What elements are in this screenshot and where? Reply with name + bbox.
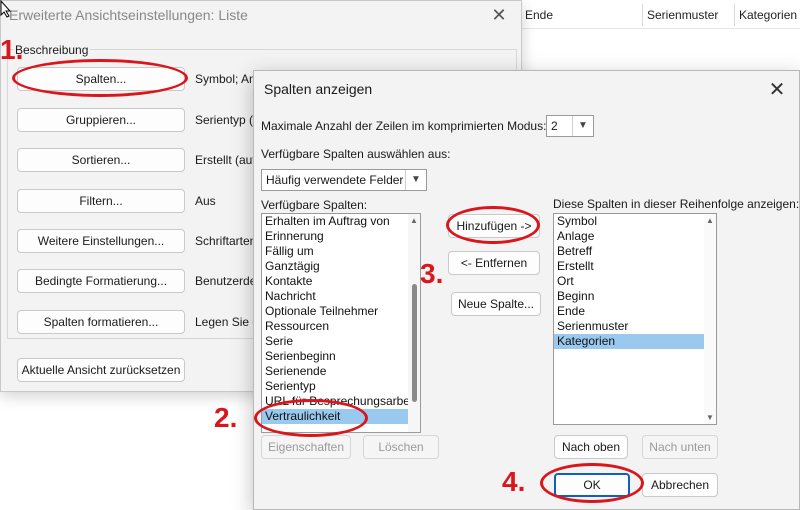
select-from-value: Häufig verwendete Felder — [266, 173, 404, 187]
available-scrollbar[interactable]: ▲ — [408, 214, 420, 432]
remove-button[interactable]: <- Entfernen — [448, 251, 540, 275]
chevron-down-icon[interactable]: ▼ — [405, 170, 426, 190]
chevron-down-icon[interactable]: ▼ — [572, 116, 593, 136]
close-icon[interactable]: ✕ — [767, 77, 787, 102]
shown-list-item[interactable]: Erstellt — [554, 259, 716, 274]
shown-list-item[interactable]: Anlage — [554, 229, 716, 244]
select-from-combo[interactable]: Häufig verwendete Felder ▼ — [261, 169, 427, 191]
step-1-highlight — [12, 59, 188, 97]
group-by-button[interactable]: Gruppieren... — [17, 108, 185, 132]
move-down-button[interactable]: Nach unten — [642, 435, 718, 459]
shown-list-item[interactable]: Serienmuster — [554, 319, 716, 334]
other-settings-button[interactable]: Weitere Einstellungen... — [17, 229, 185, 253]
shown-list-item[interactable]: Kategorien — [554, 334, 716, 349]
shown-scrollbar[interactable]: ▲ ▼ — [704, 214, 716, 424]
shown-list-item[interactable]: Ort — [554, 274, 716, 289]
delete-button[interactable]: Löschen — [363, 435, 439, 459]
header-divider — [520, 28, 800, 29]
max-rows-label: Maximale Anzahl der Zeilen im komprimier… — [261, 119, 547, 133]
format-columns-button[interactable]: Spalten formatieren... — [17, 310, 185, 334]
step-1-number: 1. — [0, 34, 24, 65]
step-2-number: 2. — [214, 402, 238, 433]
shown-columns-label: Diese Spalten in dieser Reihenfolge anze… — [553, 197, 800, 211]
scroll-thumb[interactable] — [412, 284, 417, 402]
scroll-down-icon[interactable]: ▼ — [705, 413, 715, 422]
max-rows-combo[interactable]: 2 ▼ — [546, 115, 594, 137]
columns-description: Symbol; An — [195, 72, 256, 86]
column-header-ende[interactable]: Ende — [520, 4, 642, 26]
conditional-formatting-description: Benutzerde — [195, 274, 257, 288]
move-up-button[interactable]: Nach oben — [554, 435, 628, 459]
cancel-button[interactable]: Abbrechen — [642, 473, 718, 497]
dialog1-title: Erweiterte Ansichtseinstellungen: Liste — [9, 7, 248, 23]
available-list-item[interactable]: Erinnerung — [262, 229, 420, 244]
max-rows-value: 2 — [551, 119, 558, 133]
show-columns-dialog: Spalten anzeigen ✕ Maximale Anzahl der Z… — [253, 70, 800, 510]
shown-list-item[interactable]: Beginn — [554, 289, 716, 304]
available-list-item[interactable]: Nachricht — [262, 289, 420, 304]
column-header-kategorien[interactable]: Kategorien — [734, 4, 800, 26]
step-3-number: 3. — [420, 258, 444, 289]
available-list-item[interactable]: Serienbeginn — [262, 349, 420, 364]
shown-list-item[interactable]: Symbol — [554, 214, 716, 229]
available-list-item[interactable]: Erhalten im Auftrag von — [262, 214, 420, 229]
dialog2-title: Spalten anzeigen — [264, 81, 373, 97]
available-list-item[interactable]: Serientyp — [262, 379, 420, 394]
step-3-highlight — [446, 206, 540, 244]
scroll-up-icon[interactable]: ▲ — [409, 216, 419, 225]
filter-button[interactable]: Filtern... — [17, 189, 185, 213]
other-settings-description: Schriftarten — [195, 234, 257, 248]
sort-button[interactable]: Sortieren... — [17, 148, 185, 172]
available-list-item[interactable]: Optionale Teilnehmer — [262, 304, 420, 319]
scroll-up-icon[interactable]: ▲ — [705, 216, 715, 225]
group-label: Beschreibung — [13, 43, 91, 57]
column-header-serienmuster[interactable]: Serienmuster — [642, 4, 734, 26]
shown-items: Symbol Anlage Betreff Erstellt Ort Beginn Ende… — [554, 214, 716, 349]
conditional-formatting-button[interactable]: Bedingte Formatierung... — [17, 269, 185, 293]
available-list-item[interactable]: Kontakte — [262, 274, 420, 289]
group-by-description: Serientyp (a — [195, 113, 260, 127]
step-4-highlight — [540, 463, 644, 503]
available-list-item[interactable]: Ressourcen — [262, 319, 420, 334]
sort-description: Erstellt (auf — [195, 153, 256, 167]
format-columns-description: Legen Sie d — [195, 315, 260, 329]
available-list-item[interactable]: Serienende — [262, 364, 420, 379]
mouse-cursor-icon — [0, 0, 12, 18]
shown-list-item[interactable]: Ende — [554, 304, 716, 319]
available-list-item[interactable]: Fällig um — [262, 244, 420, 259]
close-icon[interactable]: ✕ — [489, 5, 509, 26]
step-4-number: 4. — [502, 466, 526, 497]
shown-columns-list[interactable]: Symbol Anlage Betreff Erstellt Ort Beginn Ende… — [553, 213, 717, 425]
available-list-item[interactable]: Serie — [262, 334, 420, 349]
available-columns-label: Verfügbare Spalten: — [261, 198, 368, 212]
step-2-highlight — [254, 399, 368, 437]
shown-list-item[interactable]: Betreff — [554, 244, 716, 259]
filter-description: Aus — [195, 194, 216, 208]
available-list-item[interactable]: Ganztägig — [262, 259, 420, 274]
reset-view-button[interactable]: Aktuelle Ansicht zurücksetzen — [17, 358, 185, 382]
select-from-label: Verfügbare Spalten auswählen aus: — [261, 147, 451, 161]
properties-button[interactable]: Eigenschaften — [261, 435, 351, 459]
available-items: Erhalten im Auftrag von Erinnerung Fällig … — [262, 214, 420, 424]
new-column-button[interactable]: Neue Spalte... — [451, 292, 541, 316]
